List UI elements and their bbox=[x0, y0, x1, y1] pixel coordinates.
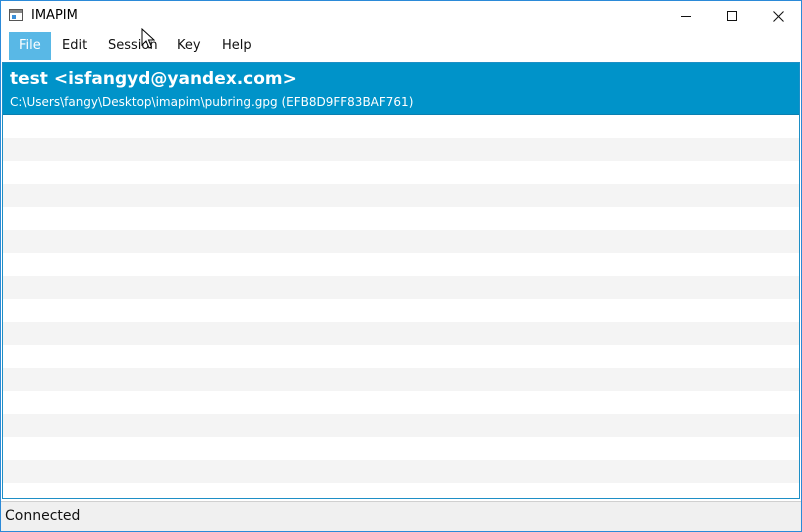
title-bar[interactable]: IMAPIM bbox=[1, 1, 801, 31]
menu-edit[interactable]: Edit bbox=[52, 32, 97, 60]
menu-bar: File Edit Session Key Help bbox=[1, 31, 801, 61]
key-name: test <isfangyd@yandex.com> bbox=[10, 69, 297, 89]
window-title: IMAPIM bbox=[31, 8, 78, 23]
window-app-icon bbox=[9, 9, 23, 21]
minimize-button[interactable] bbox=[663, 1, 709, 31]
list-empty-rows bbox=[3, 115, 799, 498]
list-item[interactable]: test <isfangyd@yandex.com> C:\Users\fang… bbox=[3, 63, 799, 115]
mouse-cursor-icon bbox=[141, 28, 155, 49]
status-text: Connected bbox=[5, 508, 81, 524]
close-icon bbox=[772, 10, 784, 22]
close-button[interactable] bbox=[755, 1, 801, 31]
status-bar: Connected bbox=[1, 501, 801, 531]
key-list[interactable]: test <isfangyd@yandex.com> C:\Users\fang… bbox=[2, 62, 800, 499]
maximize-icon bbox=[727, 11, 737, 21]
maximize-button[interactable] bbox=[709, 1, 755, 31]
menu-help[interactable]: Help bbox=[212, 32, 262, 60]
key-detail: C:\Users\fangy\Desktop\imapim\pubring.gp… bbox=[10, 95, 414, 109]
minimize-icon bbox=[681, 16, 691, 17]
menu-file[interactable]: File bbox=[9, 32, 51, 60]
menu-session[interactable]: Session bbox=[98, 32, 168, 60]
menu-key[interactable]: Key bbox=[167, 32, 211, 60]
main-window: IMAPIM File Edit Session Key Help test <… bbox=[0, 0, 802, 532]
